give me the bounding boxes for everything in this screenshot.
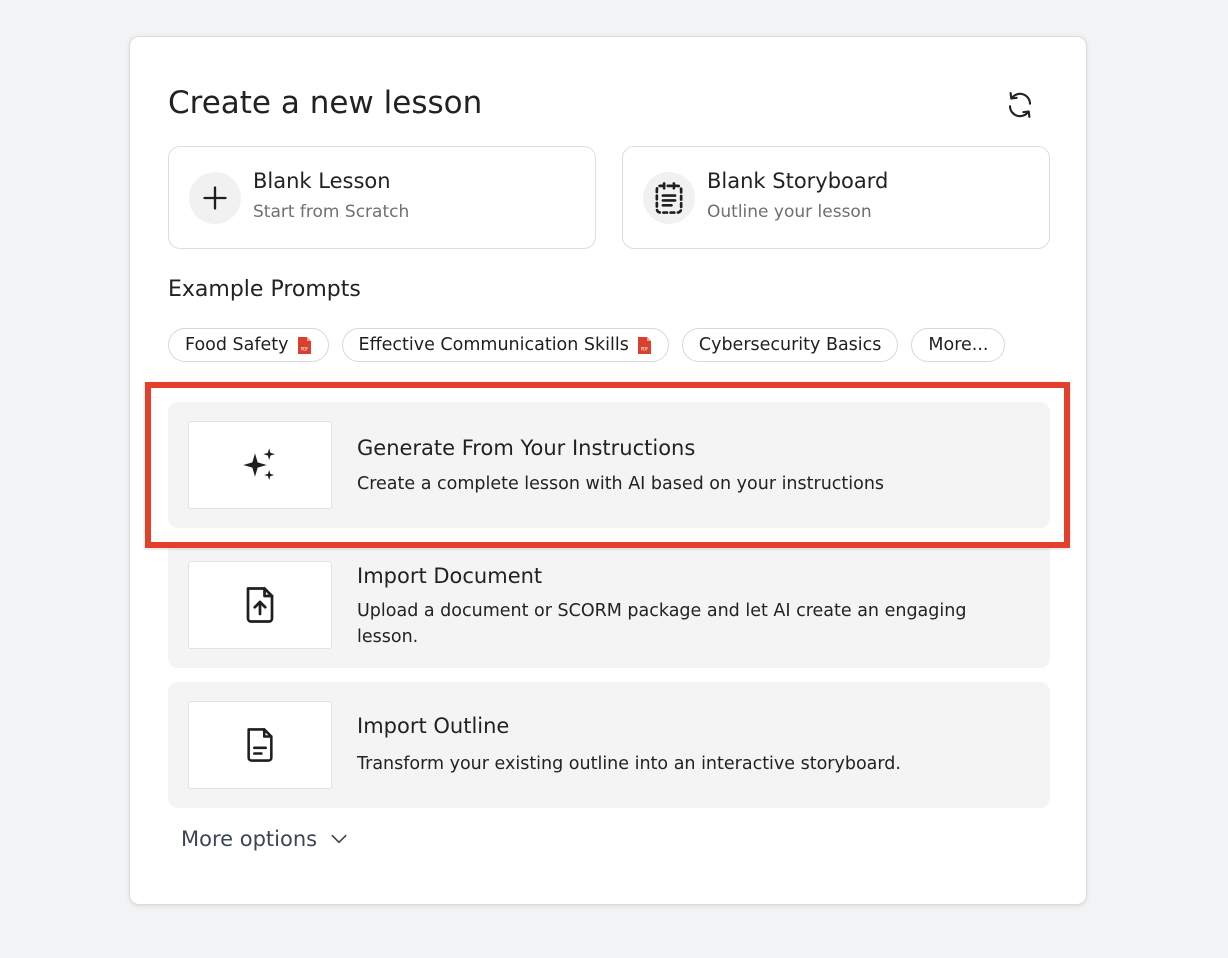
import-document-option[interactable]: Import Document Upload a document or SCO… — [168, 542, 1050, 668]
more-options-toggle[interactable]: More options — [181, 827, 349, 851]
example-prompts-list: Food Safety PDF Effective Communication … — [168, 328, 1006, 362]
option-title: Import Document — [357, 564, 543, 588]
refresh-icon — [1008, 92, 1032, 118]
blank-lesson-title: Blank Lesson — [253, 169, 391, 193]
blank-storyboard-title: Blank Storyboard — [707, 169, 889, 193]
example-prompts-title: Example Prompts — [168, 277, 361, 302]
sparkles-icon — [243, 448, 275, 480]
blank-storyboard-card[interactable]: Blank Storyboard Outline your lesson — [622, 146, 1050, 249]
option-title: Import Outline — [357, 714, 510, 738]
option-icon-tile — [188, 561, 332, 649]
option-description: Create a complete lesson with AI based o… — [357, 474, 885, 494]
file-upload-icon — [246, 587, 274, 623]
plus-icon-wrap — [189, 172, 241, 224]
blank-lesson-subtitle: Start from Scratch — [253, 202, 410, 222]
storyboard-icon — [655, 182, 683, 214]
refresh-button[interactable] — [1002, 87, 1038, 123]
blank-storyboard-subtitle: Outline your lesson — [707, 202, 872, 222]
option-description: Upload a document or SCORM package and l… — [357, 601, 967, 647]
storyboard-icon-wrap — [643, 172, 695, 224]
create-lesson-card: Create a new lesson Blank Lesson Start f… — [129, 36, 1087, 905]
option-title: Generate From Your Instructions — [357, 436, 696, 460]
option-icon-tile — [188, 421, 332, 509]
prompt-chip-communication[interactable]: Effective Communication Skills PDF — [341, 328, 669, 362]
svg-text:PDF: PDF — [640, 346, 648, 351]
prompt-chip-more[interactable]: More... — [911, 328, 1006, 362]
option-description: Transform your existing outline into an … — [357, 754, 901, 774]
chip-label: Cybersecurity Basics — [698, 335, 882, 355]
prompt-chip-food-safety[interactable]: Food Safety PDF — [168, 328, 329, 362]
file-text-icon — [247, 728, 273, 762]
pdf-icon: PDF — [297, 336, 311, 354]
blank-lesson-card[interactable]: Blank Lesson Start from Scratch — [168, 146, 596, 249]
pdf-icon: PDF — [637, 336, 651, 354]
chip-label: Effective Communication Skills — [358, 335, 629, 355]
plus-icon — [203, 186, 227, 210]
chip-label: More... — [928, 335, 989, 355]
generate-from-instructions-option[interactable]: Generate From Your Instructions Create a… — [168, 402, 1050, 528]
svg-text:PDF: PDF — [300, 346, 308, 351]
option-icon-tile — [188, 701, 332, 789]
import-outline-option[interactable]: Import Outline Transform your existing o… — [168, 682, 1050, 808]
prompt-chip-cybersecurity[interactable]: Cybersecurity Basics — [681, 328, 899, 362]
page-title: Create a new lesson — [168, 85, 483, 121]
chip-label: Food Safety — [185, 335, 289, 355]
chevron-down-icon — [331, 834, 347, 844]
more-options-label: More options — [181, 827, 318, 851]
